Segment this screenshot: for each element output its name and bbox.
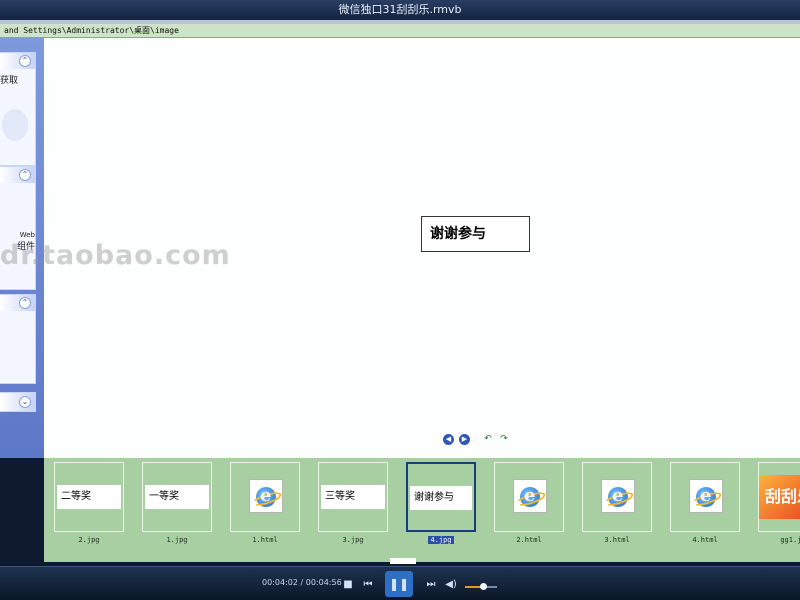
- filmstrip-caption: 4.html: [670, 536, 740, 544]
- stop-icon: ■: [343, 579, 353, 590]
- filmstrip-item[interactable]: 4.html: [670, 462, 740, 544]
- volume-knob[interactable]: [479, 583, 487, 590]
- video-title: 微信独口31刮刮乐.rmvb: [338, 3, 462, 16]
- internet-explorer-icon: [601, 479, 635, 513]
- filmstrip: 二等奖 2.jpg 一等奖 1.jpg 1.html 三等奖 3.jpg 谢谢参与 4.jpg 2…: [44, 458, 800, 564]
- chevron-up-icon[interactable]: ⌃: [19, 55, 31, 67]
- thumbnail[interactable]: [582, 462, 652, 532]
- filmstrip-item[interactable]: 谢谢参与 4.jpg: [406, 462, 476, 544]
- player-title-bar: 微信独口31刮刮乐.rmvb: [0, 0, 800, 20]
- internet-explorer-icon: [249, 479, 283, 513]
- file-name: 4.html: [692, 536, 718, 544]
- ie-ring: [603, 489, 635, 509]
- panel-link[interactable]: 组件: [0, 239, 35, 252]
- filmstrip-caption: 1.html: [230, 536, 300, 544]
- filmstrip-item[interactable]: 3.html: [582, 462, 652, 544]
- file-name: 3.jpg: [342, 536, 364, 544]
- filmstrip-item[interactable]: 三等奖 3.jpg: [318, 462, 388, 544]
- thumbnail-image: 刮刮乐: [759, 475, 800, 519]
- filmstrip-item[interactable]: 刮刮乐 gg1.jp: [758, 462, 800, 544]
- filmstrip-item[interactable]: 一等奖 1.jpg: [142, 462, 212, 544]
- skip-back-icon: ⏮: [363, 579, 373, 590]
- file-name: 4.jpg: [428, 536, 454, 544]
- filmstrip-caption: 2.jpg: [54, 536, 124, 544]
- address-bar[interactable]: and Settings\Administrator\桌面\image: [0, 24, 800, 38]
- thumbnail[interactable]: 一等奖: [142, 462, 212, 532]
- task-panel-details: ⌄: [0, 392, 36, 412]
- filmstrip-item[interactable]: 二等奖 2.jpg: [54, 462, 124, 544]
- preview-image: 谢谢参与: [421, 216, 530, 252]
- skip-forward-icon: ⏭: [426, 579, 436, 590]
- ie-ring: [251, 489, 283, 509]
- filmstrip-caption: 4.jpg: [406, 536, 476, 544]
- thumbnail[interactable]: [494, 462, 564, 532]
- panel-header: ⌃: [0, 295, 35, 311]
- filmstrip-caption: 2.html: [494, 536, 564, 544]
- thumbnail[interactable]: 三等奖: [318, 462, 388, 532]
- thumbnail[interactable]: 二等奖: [54, 462, 124, 532]
- thumbnail[interactable]: 刮刮乐: [758, 462, 800, 532]
- task-panel-file-tasks: ⌃ Web 组件: [0, 166, 36, 290]
- ie-ring: [691, 489, 723, 509]
- file-name: 2.jpg: [78, 536, 100, 544]
- picture-icon: [2, 109, 28, 141]
- chevron-up-icon[interactable]: ⌃: [19, 297, 31, 309]
- filmstrip-caption: 3.jpg: [318, 536, 388, 544]
- player-control-bar: 00:04:02 / 00:04:56 ■ ⏮ ❚❚ ⏭ ◀): [0, 566, 800, 600]
- thumbnail-image: 二等奖: [57, 485, 121, 509]
- panel-link[interactable]: Web: [0, 227, 35, 239]
- next-image-button[interactable]: ▶: [459, 434, 470, 445]
- previous-button[interactable]: ⏮: [362, 578, 374, 592]
- image-preview-area: 谢谢参与 ◀ ▶ ↶ ↷: [44, 38, 800, 458]
- stop-button[interactable]: ■: [342, 578, 354, 590]
- panel-header: ⌃: [0, 53, 35, 69]
- ie-ring: [515, 489, 547, 509]
- task-panel-other-places: ⌃: [0, 294, 36, 384]
- file-name: gg1.jp: [780, 536, 800, 544]
- panel-link[interactable]: 获取: [0, 69, 35, 86]
- panel-header: ⌃: [0, 167, 35, 183]
- task-panel-picture-tasks: ⌃ 获取: [0, 52, 36, 166]
- file-name: 2.html: [516, 536, 542, 544]
- filmstrip-caption: 3.html: [582, 536, 652, 544]
- pause-icon: ❚❚: [388, 577, 410, 591]
- chevron-down-icon[interactable]: ⌄: [19, 396, 31, 408]
- time-separator: /: [300, 578, 304, 587]
- chevron-up-icon[interactable]: ⌃: [19, 169, 31, 181]
- speaker-icon: ◀): [445, 579, 457, 590]
- thumbnail-image: 三等奖: [321, 485, 385, 509]
- mute-button[interactable]: ◀): [445, 578, 457, 592]
- filmstrip-scrollbar[interactable]: [390, 558, 416, 564]
- playback-time: 00:04:02 / 00:04:56: [262, 578, 342, 587]
- previous-image-button[interactable]: ◀: [443, 434, 454, 445]
- rotate-left-button[interactable]: ↶: [482, 434, 494, 445]
- thumbnail[interactable]: [230, 462, 300, 532]
- volume-slider[interactable]: [465, 583, 497, 590]
- internet-explorer-icon: [689, 479, 723, 513]
- thumbnail[interactable]: 谢谢参与: [406, 462, 476, 532]
- filmstrip-caption: gg1.jp: [758, 536, 800, 544]
- rotate-right-button[interactable]: ↷: [498, 434, 510, 445]
- screen: 微信独口31刮刮乐.rmvb and Settings\Administrato…: [0, 0, 800, 600]
- panel-header: ⌄: [0, 393, 35, 411]
- filmstrip-caption: 1.jpg: [142, 536, 212, 544]
- explorer-task-pane: ⌃ 获取 ⌃ Web 组件 ⌃ ⌄: [0, 38, 44, 458]
- file-name: 1.jpg: [166, 536, 188, 544]
- filmstrip-item[interactable]: 2.html: [494, 462, 564, 544]
- thumbnail-image: 一等奖: [145, 485, 209, 509]
- current-time: 00:04:02: [262, 578, 298, 587]
- thumbnail[interactable]: [670, 462, 740, 532]
- filmstrip-item[interactable]: 1.html: [230, 462, 300, 544]
- file-name: 3.html: [604, 536, 630, 544]
- address-path: and Settings\Administrator\桌面\image: [4, 26, 179, 35]
- thumbnail-image: 谢谢参与: [410, 486, 472, 510]
- file-name: 1.html: [252, 536, 278, 544]
- total-time: 00:04:56: [305, 578, 342, 587]
- next-button[interactable]: ⏭: [425, 578, 437, 592]
- internet-explorer-icon: [513, 479, 547, 513]
- pause-button[interactable]: ❚❚: [385, 571, 413, 597]
